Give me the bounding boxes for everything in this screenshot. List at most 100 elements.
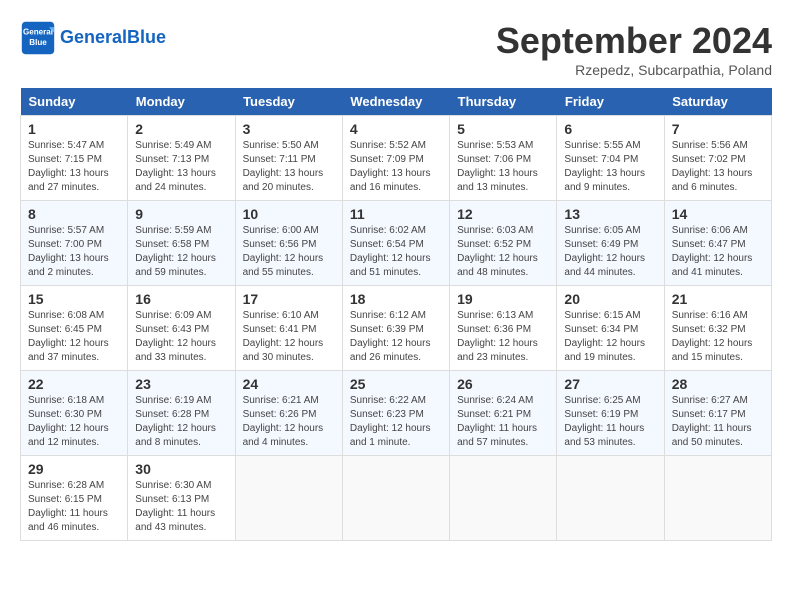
day-number: 6 bbox=[564, 121, 656, 137]
day-info: Sunrise: 6:02 AMSunset: 6:54 PMDaylight:… bbox=[350, 224, 442, 280]
calendar-cell: 25 Sunrise: 6:22 AMSunset: 6:23 PMDayligh… bbox=[342, 371, 449, 456]
calendar-cell: 13 Sunrise: 6:05 AMSunset: 6:49 PMDayligh… bbox=[557, 201, 664, 286]
calendar-cell: 30 Sunrise: 6:30 AMSunset: 6:13 PMDayligh… bbox=[128, 456, 235, 541]
calendar-cell: 10 Sunrise: 6:00 AMSunset: 6:56 PMDayligh… bbox=[235, 201, 342, 286]
calendar-cell: 27 Sunrise: 6:25 AMSunset: 6:19 PMDayligh… bbox=[557, 371, 664, 456]
calendar-cell: 28 Sunrise: 6:27 AMSunset: 6:17 PMDayligh… bbox=[664, 371, 771, 456]
day-number: 5 bbox=[457, 121, 549, 137]
calendar-table: SundayMondayTuesdayWednesdayThursdayFrid… bbox=[20, 88, 772, 541]
logo-text: GeneralBlue bbox=[60, 28, 166, 48]
calendar-week-row: 22 Sunrise: 6:18 AMSunset: 6:30 PMDayligh… bbox=[21, 371, 772, 456]
calendar-cell: 17 Sunrise: 6:10 AMSunset: 6:41 PMDayligh… bbox=[235, 286, 342, 371]
calendar-cell: 20 Sunrise: 6:15 AMSunset: 6:34 PMDayligh… bbox=[557, 286, 664, 371]
calendar-cell: 5 Sunrise: 5:53 AMSunset: 7:06 PMDaylight… bbox=[450, 116, 557, 201]
weekday-header-thursday: Thursday bbox=[450, 88, 557, 116]
day-info: Sunrise: 6:18 AMSunset: 6:30 PMDaylight:… bbox=[28, 394, 120, 450]
day-info: Sunrise: 6:19 AMSunset: 6:28 PMDaylight:… bbox=[135, 394, 227, 450]
logo-icon: General Blue bbox=[20, 20, 56, 56]
svg-text:General: General bbox=[23, 27, 53, 36]
day-number: 8 bbox=[28, 206, 120, 222]
day-info: Sunrise: 6:22 AMSunset: 6:23 PMDaylight:… bbox=[350, 394, 442, 450]
day-number: 29 bbox=[28, 461, 120, 477]
day-number: 4 bbox=[350, 121, 442, 137]
day-number: 2 bbox=[135, 121, 227, 137]
day-info: Sunrise: 6:21 AMSunset: 6:26 PMDaylight:… bbox=[243, 394, 335, 450]
day-number: 27 bbox=[564, 376, 656, 392]
calendar-cell: 18Sunrise: 6:12 AMSunset: 6:39 PMDayligh… bbox=[342, 286, 449, 371]
day-number: 11 bbox=[350, 206, 442, 222]
calendar-cell: 12 Sunrise: 6:03 AMSunset: 6:52 PMDayligh… bbox=[450, 201, 557, 286]
day-info: Sunrise: 6:05 AMSunset: 6:49 PMDaylight:… bbox=[564, 224, 656, 280]
day-number: 17 bbox=[243, 291, 335, 307]
calendar-week-row: 15 Sunrise: 6:08 AMSunset: 6:45 PMDayligh… bbox=[21, 286, 772, 371]
day-number: 26 bbox=[457, 376, 549, 392]
calendar-cell bbox=[235, 456, 342, 541]
day-info: Sunrise: 6:16 AMSunset: 6:32 PMDaylight:… bbox=[672, 309, 764, 365]
day-info: Sunrise: 6:12 AMSunset: 6:39 PMDaylight:… bbox=[350, 309, 442, 365]
calendar-cell: 2 Sunrise: 5:49 AMSunset: 7:13 PMDaylight… bbox=[128, 116, 235, 201]
day-number: 15 bbox=[28, 291, 120, 307]
calendar-cell: 1Sunrise: 5:47 AMSunset: 7:15 PMDaylight… bbox=[21, 116, 128, 201]
day-number: 1 bbox=[28, 121, 120, 137]
day-info: Sunrise: 5:57 AMSunset: 7:00 PMDaylight:… bbox=[28, 224, 120, 280]
calendar-cell: 29Sunrise: 6:28 AMSunset: 6:15 PMDayligh… bbox=[21, 456, 128, 541]
svg-text:Blue: Blue bbox=[29, 38, 47, 47]
day-number: 14 bbox=[672, 206, 764, 222]
day-number: 13 bbox=[564, 206, 656, 222]
logo: General Blue GeneralBlue bbox=[20, 20, 166, 56]
weekday-header-tuesday: Tuesday bbox=[235, 88, 342, 116]
day-number: 9 bbox=[135, 206, 227, 222]
day-number: 22 bbox=[28, 376, 120, 392]
day-info: Sunrise: 6:24 AMSunset: 6:21 PMDaylight:… bbox=[457, 394, 549, 450]
calendar-cell bbox=[557, 456, 664, 541]
day-info: Sunrise: 6:25 AMSunset: 6:19 PMDaylight:… bbox=[564, 394, 656, 450]
calendar-cell: 8 Sunrise: 5:57 AMSunset: 7:00 PMDaylight… bbox=[21, 201, 128, 286]
day-info: Sunrise: 6:13 AMSunset: 6:36 PMDaylight:… bbox=[457, 309, 549, 365]
calendar-cell: 21 Sunrise: 6:16 AMSunset: 6:32 PMDayligh… bbox=[664, 286, 771, 371]
day-info: Sunrise: 6:30 AMSunset: 6:13 PMDaylight:… bbox=[135, 479, 227, 535]
calendar-cell: 19 Sunrise: 6:13 AMSunset: 6:36 PMDayligh… bbox=[450, 286, 557, 371]
day-number: 21 bbox=[672, 291, 764, 307]
day-info: Sunrise: 5:49 AMSunset: 7:13 PMDaylight:… bbox=[135, 139, 227, 195]
calendar-cell: 26 Sunrise: 6:24 AMSunset: 6:21 PMDayligh… bbox=[450, 371, 557, 456]
calendar-cell: 14 Sunrise: 6:06 AMSunset: 6:47 PMDayligh… bbox=[664, 201, 771, 286]
day-number: 25 bbox=[350, 376, 442, 392]
calendar-cell: 16Sunrise: 6:09 AMSunset: 6:43 PMDayligh… bbox=[128, 286, 235, 371]
day-info: Sunrise: 5:56 AMSunset: 7:02 PMDaylight:… bbox=[672, 139, 764, 195]
day-info: Sunrise: 6:08 AMSunset: 6:45 PMDaylight:… bbox=[28, 309, 120, 365]
day-info: Sunrise: 6:27 AMSunset: 6:17 PMDaylight:… bbox=[672, 394, 764, 450]
weekday-header-row: SundayMondayTuesdayWednesdayThursdayFrid… bbox=[21, 88, 772, 116]
title-block: September 2024 Rzepedz, Subcarpathia, Po… bbox=[496, 20, 772, 78]
day-info: Sunrise: 5:55 AMSunset: 7:04 PMDaylight:… bbox=[564, 139, 656, 195]
calendar-week-row: 29Sunrise: 6:28 AMSunset: 6:15 PMDayligh… bbox=[21, 456, 772, 541]
day-number: 10 bbox=[243, 206, 335, 222]
day-info: Sunrise: 6:03 AMSunset: 6:52 PMDaylight:… bbox=[457, 224, 549, 280]
calendar-cell: 6 Sunrise: 5:55 AMSunset: 7:04 PMDaylight… bbox=[557, 116, 664, 201]
calendar-cell: 9Sunrise: 5:59 AMSunset: 6:58 PMDaylight… bbox=[128, 201, 235, 286]
day-info: Sunrise: 5:53 AMSunset: 7:06 PMDaylight:… bbox=[457, 139, 549, 195]
day-number: 7 bbox=[672, 121, 764, 137]
day-number: 28 bbox=[672, 376, 764, 392]
calendar-week-row: 1Sunrise: 5:47 AMSunset: 7:15 PMDaylight… bbox=[21, 116, 772, 201]
day-number: 20 bbox=[564, 291, 656, 307]
calendar-cell bbox=[342, 456, 449, 541]
day-info: Sunrise: 6:10 AMSunset: 6:41 PMDaylight:… bbox=[243, 309, 335, 365]
day-info: Sunrise: 6:00 AMSunset: 6:56 PMDaylight:… bbox=[243, 224, 335, 280]
day-info: Sunrise: 5:50 AMSunset: 7:11 PMDaylight:… bbox=[243, 139, 335, 195]
day-number: 12 bbox=[457, 206, 549, 222]
calendar-cell: 7 Sunrise: 5:56 AMSunset: 7:02 PMDaylight… bbox=[664, 116, 771, 201]
calendar-cell: 24Sunrise: 6:21 AMSunset: 6:26 PMDayligh… bbox=[235, 371, 342, 456]
calendar-week-row: 8 Sunrise: 5:57 AMSunset: 7:00 PMDaylight… bbox=[21, 201, 772, 286]
day-number: 3 bbox=[243, 121, 335, 137]
day-number: 30 bbox=[135, 461, 227, 477]
calendar-cell: 22 Sunrise: 6:18 AMSunset: 6:30 PMDayligh… bbox=[21, 371, 128, 456]
weekday-header-sunday: Sunday bbox=[21, 88, 128, 116]
day-number: 19 bbox=[457, 291, 549, 307]
calendar-cell: 11 Sunrise: 6:02 AMSunset: 6:54 PMDayligh… bbox=[342, 201, 449, 286]
day-info: Sunrise: 6:06 AMSunset: 6:47 PMDaylight:… bbox=[672, 224, 764, 280]
weekday-header-friday: Friday bbox=[557, 88, 664, 116]
weekday-header-saturday: Saturday bbox=[664, 88, 771, 116]
location: Rzepedz, Subcarpathia, Poland bbox=[496, 62, 772, 78]
page-header: General Blue GeneralBlue September 2024 … bbox=[20, 20, 772, 78]
day-info: Sunrise: 6:15 AMSunset: 6:34 PMDaylight:… bbox=[564, 309, 656, 365]
